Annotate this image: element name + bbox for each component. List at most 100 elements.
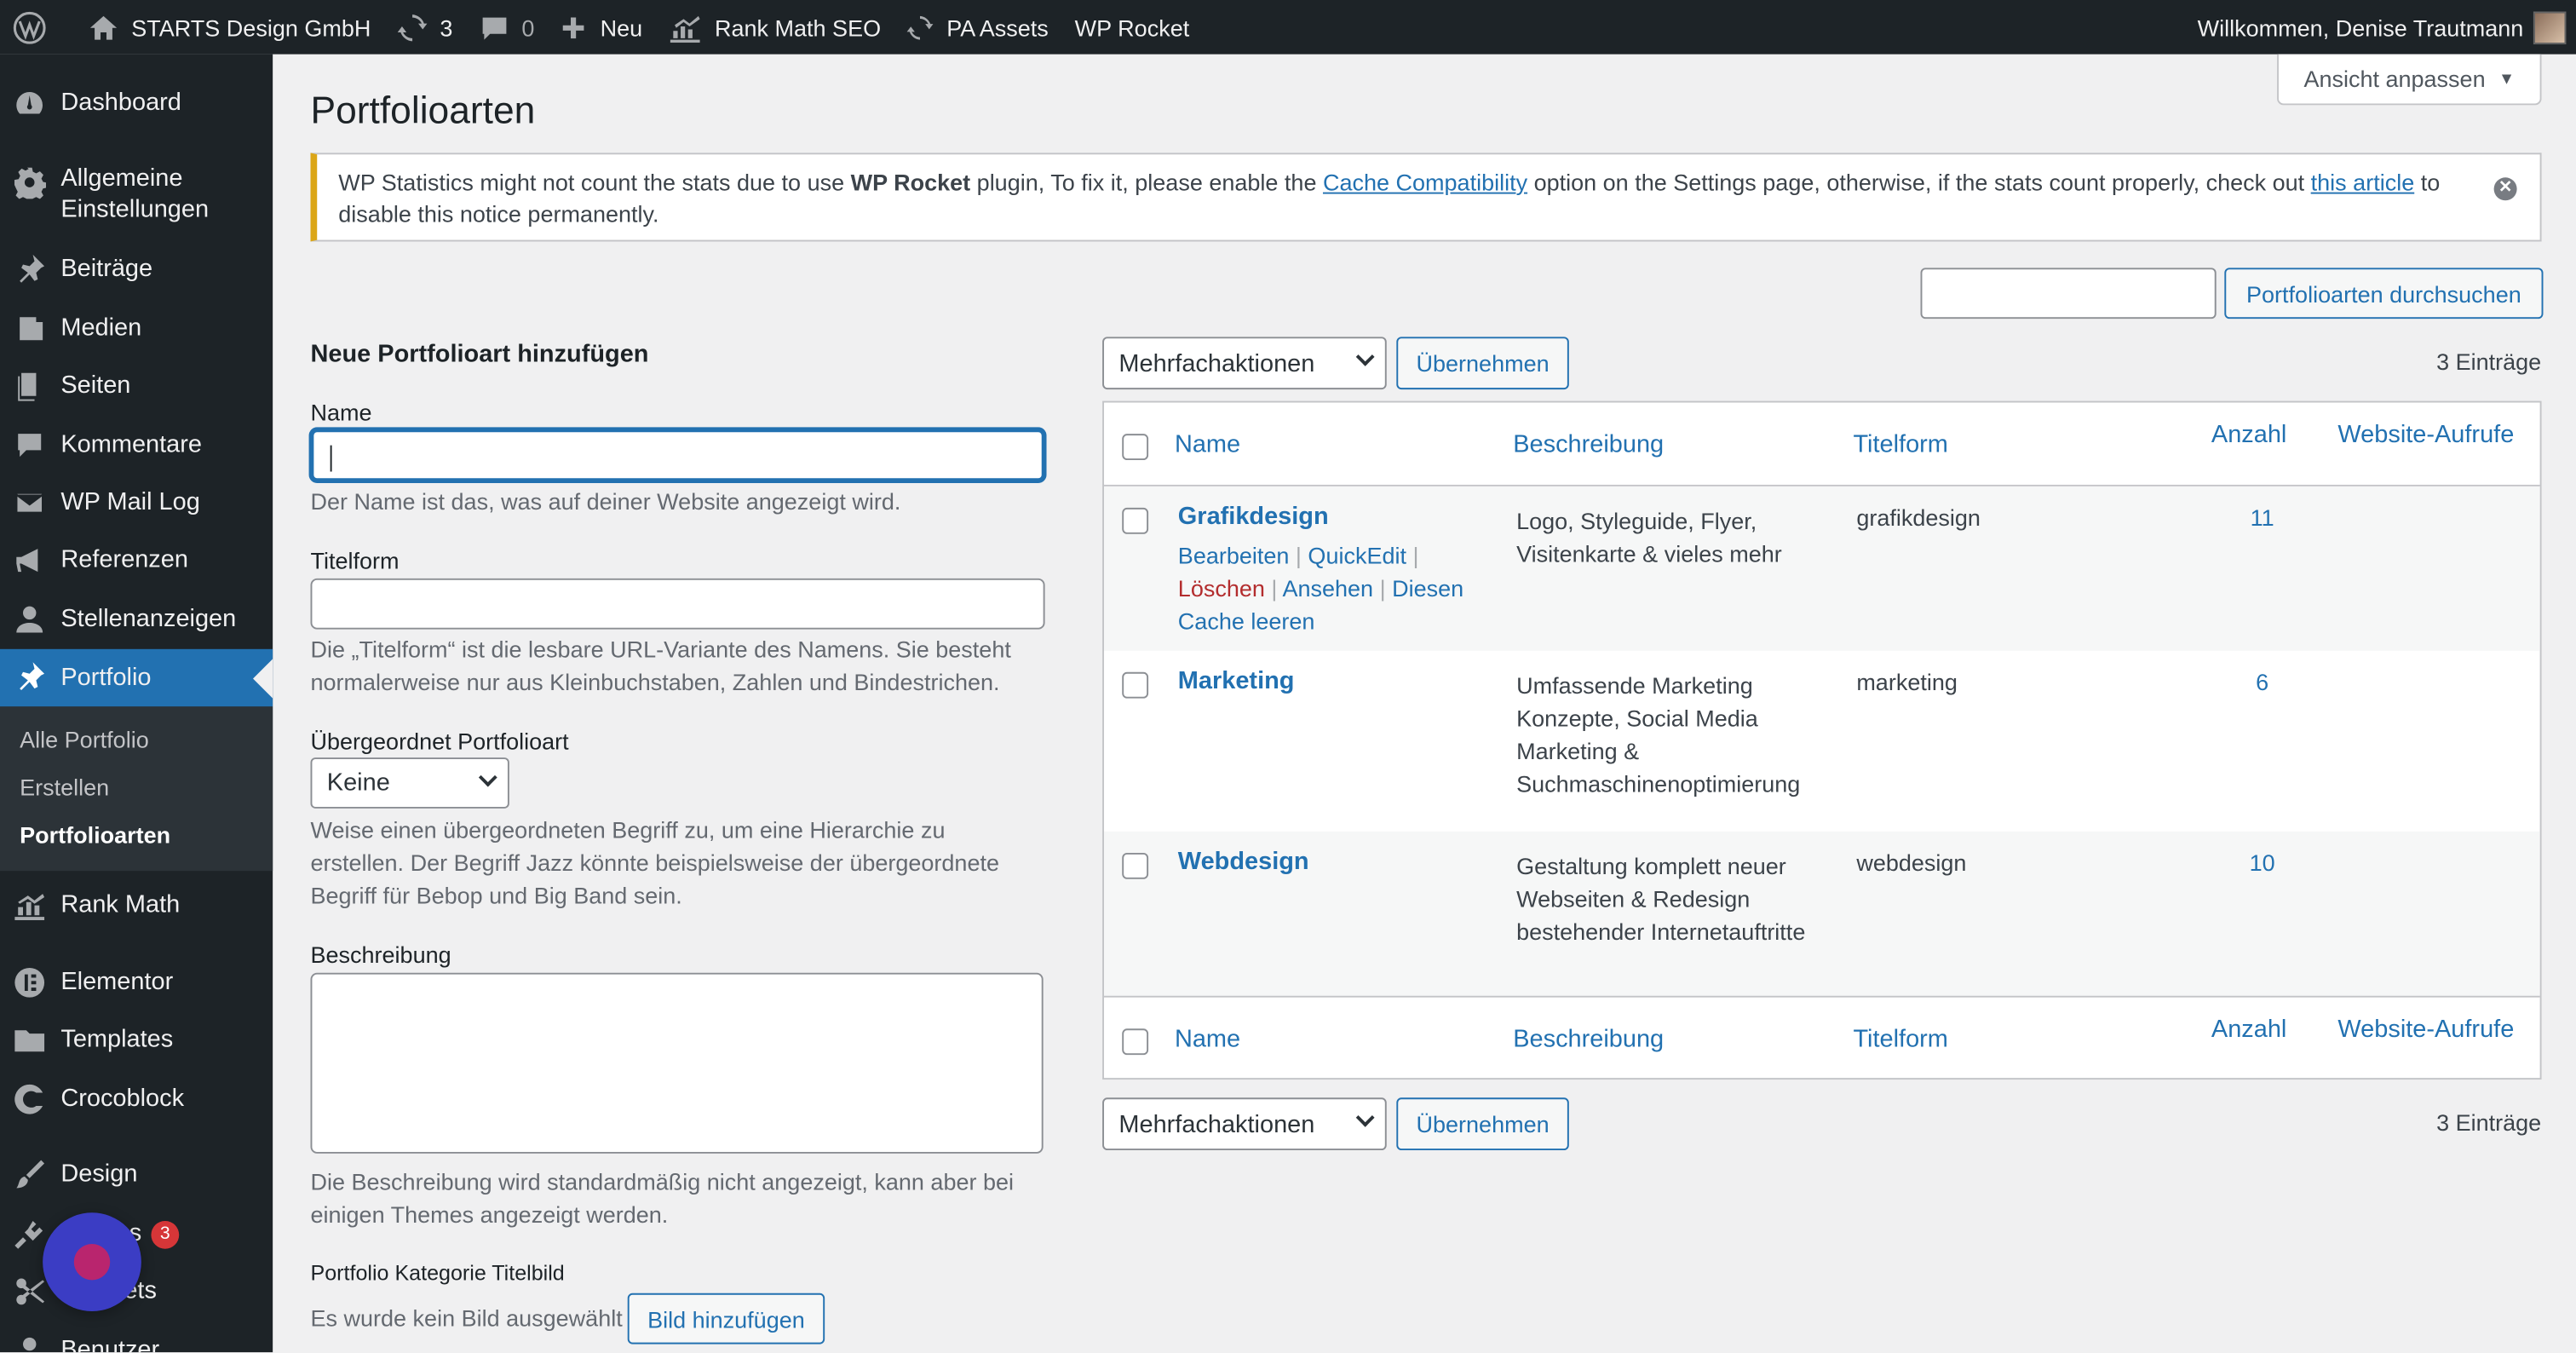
- search-button[interactable]: Portfolioarten durchsuchen: [2224, 268, 2544, 320]
- apply-button-bottom[interactable]: Übernehmen: [1396, 1097, 1569, 1151]
- updates-link[interactable]: 3: [384, 0, 466, 55]
- apply-button[interactable]: Übernehmen: [1396, 337, 1569, 390]
- new-label: Neu: [600, 14, 643, 41]
- sidebar-item-media[interactable]: Medien: [0, 312, 273, 348]
- pa-assets-link[interactable]: PA Assets: [894, 0, 1062, 55]
- column-count[interactable]: Anzahl: [2211, 421, 2286, 449]
- column-views[interactable]: Website-Aufrufe: [2337, 1016, 2514, 1044]
- term-description: Gestaltung komplett neuer Webseiten & Re…: [1516, 852, 1806, 945]
- sidebar-item-posts[interactable]: Beiträge: [0, 253, 273, 289]
- table-row: Marketing Umfassende Marketing Konzepte,…: [1104, 651, 2540, 832]
- name-input[interactable]: [310, 429, 1045, 482]
- sidebar-item-templates[interactable]: Templates: [0, 1024, 273, 1060]
- delete-link[interactable]: Löschen: [1178, 575, 1265, 602]
- sidebar-item-design[interactable]: Design: [0, 1159, 273, 1195]
- submenu-item-create[interactable]: Erstellen: [20, 774, 109, 800]
- search-input[interactable]: [1920, 268, 2217, 320]
- pin-icon: [20, 662, 45, 691]
- notice-text: plugin, To fix it, please enable the: [970, 169, 1323, 196]
- elementor-icon: [14, 967, 45, 998]
- updates-count: 3: [440, 14, 453, 41]
- wp-rocket-link[interactable]: WP Rocket: [1061, 0, 1202, 55]
- sidebar-item-pages[interactable]: Seiten: [0, 370, 273, 406]
- pa-assets-label: PA Assets: [946, 14, 1049, 41]
- sidebar-item-portfolio[interactable]: Portfolio: [0, 648, 273, 707]
- slug-input[interactable]: [310, 578, 1045, 630]
- sidebar-item-wp-mail-log[interactable]: WP Mail Log: [0, 487, 273, 522]
- rankmath-icon: [670, 14, 700, 43]
- description-textarea[interactable]: [310, 972, 1044, 1154]
- sidebar-item-label: Design: [60, 1160, 138, 1189]
- row-checkbox[interactable]: [1122, 507, 1149, 534]
- page-title: Portfolioarten: [310, 89, 536, 132]
- column-name[interactable]: Name: [1175, 430, 1240, 458]
- submenu-item-portfolioarten[interactable]: Portfolioarten: [20, 821, 170, 848]
- text-caret: [330, 445, 332, 472]
- column-slug[interactable]: Titelform: [1853, 1025, 1947, 1053]
- pin-icon: [20, 254, 45, 283]
- sidebar-item-rank-math[interactable]: Rank Math: [0, 889, 273, 924]
- wordpress-logo-icon[interactable]: [0, 0, 59, 55]
- term-slug: marketing: [1856, 668, 1958, 695]
- comments-link[interactable]: 0: [466, 0, 548, 55]
- plus-icon: [563, 16, 585, 38]
- column-count[interactable]: Anzahl: [2211, 1016, 2286, 1044]
- row-checkbox[interactable]: [1122, 671, 1149, 699]
- term-slug: grafikdesign: [1856, 504, 1981, 531]
- select-all-checkbox[interactable]: [1122, 434, 1149, 461]
- column-description[interactable]: Beschreibung: [1513, 430, 1664, 458]
- sidebar-item-elementor[interactable]: Elementor: [0, 966, 273, 1002]
- rankmath-link[interactable]: Rank Math SEO: [656, 0, 894, 55]
- sidebar-item-stellenanzeigen[interactable]: Stellenanzeigen: [0, 603, 273, 639]
- screen-options-button[interactable]: Ansicht anpassen ▼: [2277, 54, 2542, 106]
- notice-text: option on the Settings page, otherwise, …: [1527, 169, 2311, 196]
- media-icon: [20, 317, 43, 341]
- column-views[interactable]: Website-Aufrufe: [2337, 421, 2514, 449]
- column-name[interactable]: Name: [1175, 1025, 1240, 1053]
- this-article-link[interactable]: this article: [2311, 170, 2415, 196]
- select-all-checkbox[interactable]: [1122, 1028, 1149, 1056]
- column-slug[interactable]: Titelform: [1853, 430, 1947, 458]
- no-image-text: Es wurde kein Bild ausgewählt: [310, 1304, 623, 1332]
- comment-icon: [18, 434, 42, 458]
- term-count-link[interactable]: 11: [2238, 504, 2287, 531]
- sidebar-item-crocoblock[interactable]: Crocoblock: [0, 1083, 273, 1119]
- submenu-item-all-portfolio[interactable]: Alle Portfolio: [20, 726, 149, 752]
- parent-select[interactable]: Keine: [310, 757, 509, 809]
- apply-label: Übernehmen: [1416, 349, 1550, 377]
- edit-link[interactable]: Bearbeiten: [1178, 542, 1290, 568]
- sidebar-item-referenzen[interactable]: Referenzen: [0, 544, 273, 579]
- sidebar-item-settings[interactable]: Allgemeine Einstellungen: [0, 163, 273, 228]
- rankmath-label: Rank Math SEO: [715, 14, 882, 41]
- site-name: STARTS Design GmbH: [131, 14, 371, 41]
- bulk-actions-select-bottom[interactable]: Mehrfachaktionen: [1102, 1097, 1387, 1151]
- row-checkbox[interactable]: [1122, 852, 1149, 879]
- apply-label: Übernehmen: [1416, 1110, 1550, 1137]
- chat-widget-button[interactable]: [43, 1212, 141, 1312]
- pages-icon: [18, 372, 37, 401]
- column-description[interactable]: Beschreibung: [1513, 1025, 1664, 1053]
- term-count-link[interactable]: 6: [2238, 669, 2287, 695]
- term-count-link[interactable]: 10: [2238, 849, 2287, 876]
- quickedit-link[interactable]: QuickEdit: [1308, 542, 1406, 568]
- wp-statistics-notice: WP Statistics might not count the stats …: [310, 153, 2542, 242]
- search-button-label: Portfolioarten durchsuchen: [2246, 279, 2521, 307]
- bulk-actions-select[interactable]: Mehrfachaktionen: [1102, 337, 1387, 390]
- form-heading: Neue Portfolioart hinzufügen: [310, 340, 649, 369]
- term-name-link[interactable]: Webdesign: [1178, 848, 1309, 876]
- close-icon[interactable]: ✕: [2493, 177, 2517, 201]
- new-content-link[interactable]: Neu: [548, 0, 656, 55]
- folder-icon: [14, 1030, 45, 1052]
- slug-label: Titelform: [310, 547, 400, 574]
- view-link[interactable]: Ansehen: [1282, 575, 1373, 602]
- sidebar-item-comments[interactable]: Kommentare: [0, 429, 273, 464]
- term-name-link[interactable]: Marketing: [1178, 667, 1295, 695]
- cache-compatibility-link[interactable]: Cache Compatibility: [1323, 170, 1527, 196]
- add-image-button[interactable]: Bild hinzufügen: [627, 1293, 825, 1344]
- site-name-link[interactable]: STARTS Design GmbH: [76, 0, 384, 55]
- sidebar-item-dashboard[interactable]: Dashboard: [0, 87, 273, 123]
- term-name-link[interactable]: Grafikdesign: [1178, 503, 1329, 531]
- gear-icon: [14, 167, 47, 199]
- sidebar-item-users[interactable]: Benutzer: [0, 1334, 273, 1352]
- my-account[interactable]: Willkommen, Denise Trautmann: [2198, 10, 2576, 44]
